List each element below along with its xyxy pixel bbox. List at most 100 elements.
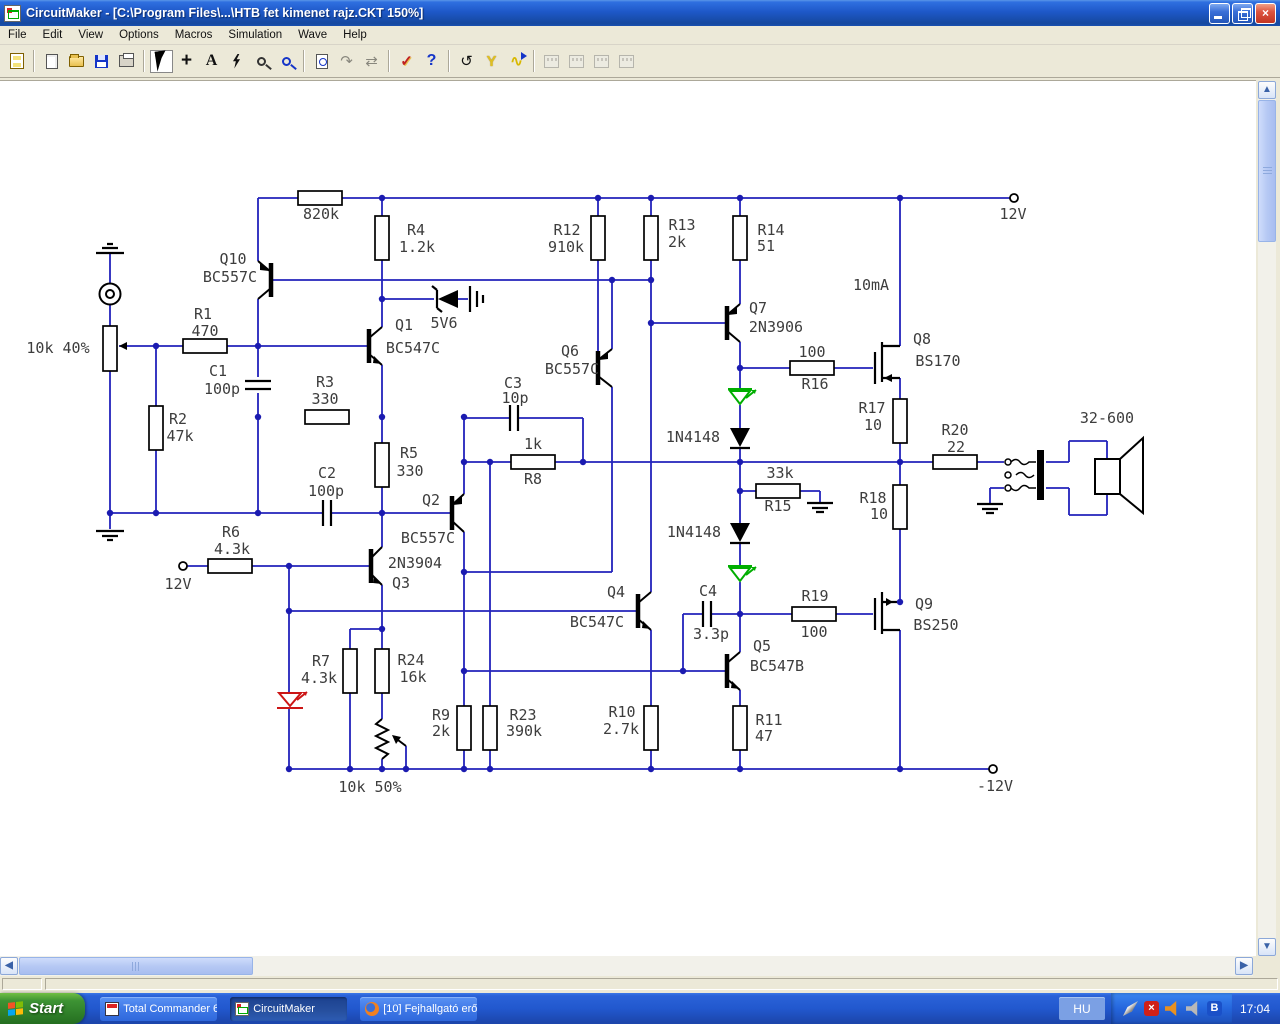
- tray-icon[interactable]: [1185, 1001, 1198, 1016]
- diode-bars: [431, 285, 750, 545]
- component-label: 1.2k: [399, 238, 435, 256]
- vertical-scrollbar[interactable]: ▲ ▼: [1258, 81, 1276, 956]
- taskbar-button[interactable]: [10] Fejhallgató erősí...: [360, 996, 478, 1021]
- instrument-scope-icon[interactable]: [540, 50, 563, 73]
- component-label: Q4: [607, 583, 625, 601]
- start-button[interactable]: Start: [0, 993, 86, 1024]
- parts-browser-icon[interactable]: [5, 50, 28, 73]
- language-indicator[interactable]: HU: [1058, 997, 1105, 1020]
- scroll-up-button[interactable]: ▲: [1258, 81, 1276, 99]
- toolbar-separator: [303, 50, 305, 72]
- cursor-tool-icon[interactable]: [150, 49, 173, 73]
- component-label: Q9: [915, 595, 933, 613]
- menu-item[interactable]: Wave: [290, 27, 335, 43]
- scroll-right-button[interactable]: ▶: [1235, 957, 1253, 975]
- component-label: 1N4148: [667, 523, 721, 541]
- rotate-icon[interactable]: [335, 50, 358, 73]
- potentiometer-zigzag[interactable]: [373, 718, 407, 760]
- instrument-signal-icon[interactable]: [590, 50, 613, 73]
- input-jack[interactable]: [98, 282, 122, 306]
- component-label: R10: [608, 703, 635, 721]
- probe-tool-icon[interactable]: [250, 50, 273, 73]
- transistor-bars[interactable]: [268, 263, 730, 688]
- component-label: -12V: [977, 777, 1013, 795]
- component-label: R5: [400, 444, 418, 462]
- erc-check-icon[interactable]: [395, 50, 418, 73]
- headphone-jack[interactable]: [1004, 450, 1044, 500]
- mirror-icon[interactable]: [360, 50, 383, 73]
- green-led[interactable]: [727, 388, 757, 583]
- circuitmaker-app-icon: [4, 4, 21, 22]
- scroll-left-button[interactable]: ◀: [0, 957, 18, 975]
- text-tool-icon[interactable]: [200, 50, 223, 73]
- component-label: 100: [798, 343, 825, 361]
- menu-item[interactable]: File: [0, 27, 35, 43]
- open-folder-icon[interactable]: [65, 50, 88, 73]
- component-label: R24: [397, 651, 424, 669]
- wires: [109, 197, 1108, 770]
- component-label: 100p: [204, 380, 240, 398]
- new-document-icon[interactable]: [40, 50, 63, 73]
- component-label: Q8: [913, 330, 931, 348]
- component-label: 1N4148: [666, 428, 720, 446]
- instrument-logic-icon[interactable]: [565, 50, 588, 73]
- menu-item[interactable]: View: [70, 27, 111, 43]
- tray-icon[interactable]: B: [1206, 1001, 1222, 1016]
- window-title: CircuitMaker - [C:\Program Files\...\HTB…: [26, 6, 424, 20]
- status-cell: [2, 978, 42, 990]
- component-label: 2k: [668, 233, 686, 251]
- menu-item[interactable]: Simulation: [220, 27, 290, 43]
- save-icon[interactable]: [90, 50, 113, 73]
- diode-1n4148: [730, 428, 750, 447]
- wrench-icon[interactable]: [480, 50, 503, 73]
- taskbar-button[interactable]: Total Commander 6.5...: [100, 996, 218, 1021]
- title-bar: CircuitMaker - [C:\Program Files\...\HTB…: [0, 0, 1280, 26]
- reset-icon[interactable]: [455, 50, 478, 73]
- component-label: 2N3906: [749, 318, 803, 336]
- component-label: BC557C: [401, 529, 455, 547]
- component-label: 33k: [766, 464, 793, 482]
- component-label: R6: [222, 523, 240, 541]
- schematic-canvas[interactable]: 820k R4 1.2k Q10 BC557C R1 470 10k 40% C1 100p R2 4…: [0, 80, 1256, 956]
- menu-item[interactable]: Macros: [167, 27, 221, 43]
- tray-icons: × B: [1110, 993, 1232, 1024]
- tray-icon[interactable]: ×: [1143, 1001, 1159, 1016]
- component-label: 2N3904: [388, 554, 442, 572]
- print-icon[interactable]: [115, 50, 138, 73]
- view-page-icon[interactable]: [310, 50, 333, 73]
- horizontal-scrollbar[interactable]: ◀ ▶: [0, 956, 1253, 976]
- instrument-probe-icon[interactable]: [615, 50, 638, 73]
- vertical-scroll-thumb[interactable]: [1258, 100, 1276, 242]
- restore-button[interactable]: [1232, 2, 1253, 24]
- menu-item[interactable]: Edit: [35, 27, 71, 43]
- red-led[interactable]: [276, 691, 308, 709]
- component-label: C1: [209, 362, 227, 380]
- menu-bar: File Edit View Options Macros Simulation Wave H…: [0, 26, 1280, 45]
- minimize-button[interactable]: [1209, 2, 1230, 24]
- scroll-down-button[interactable]: ▼: [1258, 938, 1276, 956]
- menu-item[interactable]: Options: [111, 27, 167, 43]
- taskbar: Start Total Commander 6.5... CircuitMake…: [0, 993, 1280, 1024]
- taskbar-app-icon: [105, 1001, 120, 1016]
- component-label: R19: [801, 587, 828, 605]
- component-label: R2: [169, 410, 187, 428]
- horizontal-scroll-thumb[interactable]: [19, 957, 253, 975]
- component-label: BS250: [913, 616, 958, 634]
- help-pointer-icon[interactable]: [420, 50, 443, 73]
- component-label: 47: [755, 727, 773, 745]
- menu-item[interactable]: Help: [335, 27, 375, 43]
- tray-icon[interactable]: [1164, 1001, 1177, 1016]
- component-label: 330: [311, 390, 338, 408]
- toolbar: [0, 45, 1280, 78]
- clock: 17:04: [1239, 1001, 1270, 1016]
- zoom-tool-icon[interactable]: [275, 50, 298, 73]
- speaker[interactable]: [1094, 435, 1144, 516]
- diode-1n4148: [730, 523, 750, 542]
- taskbar-button[interactable]: CircuitMaker: [230, 996, 348, 1021]
- delete-tool-icon[interactable]: [225, 50, 248, 73]
- status-cell: [45, 978, 1278, 990]
- wire-tool-icon[interactable]: [175, 50, 198, 73]
- tray-icon[interactable]: [1122, 1001, 1138, 1016]
- run-analyses-icon[interactable]: [505, 50, 528, 73]
- close-button[interactable]: ×: [1255, 2, 1276, 24]
